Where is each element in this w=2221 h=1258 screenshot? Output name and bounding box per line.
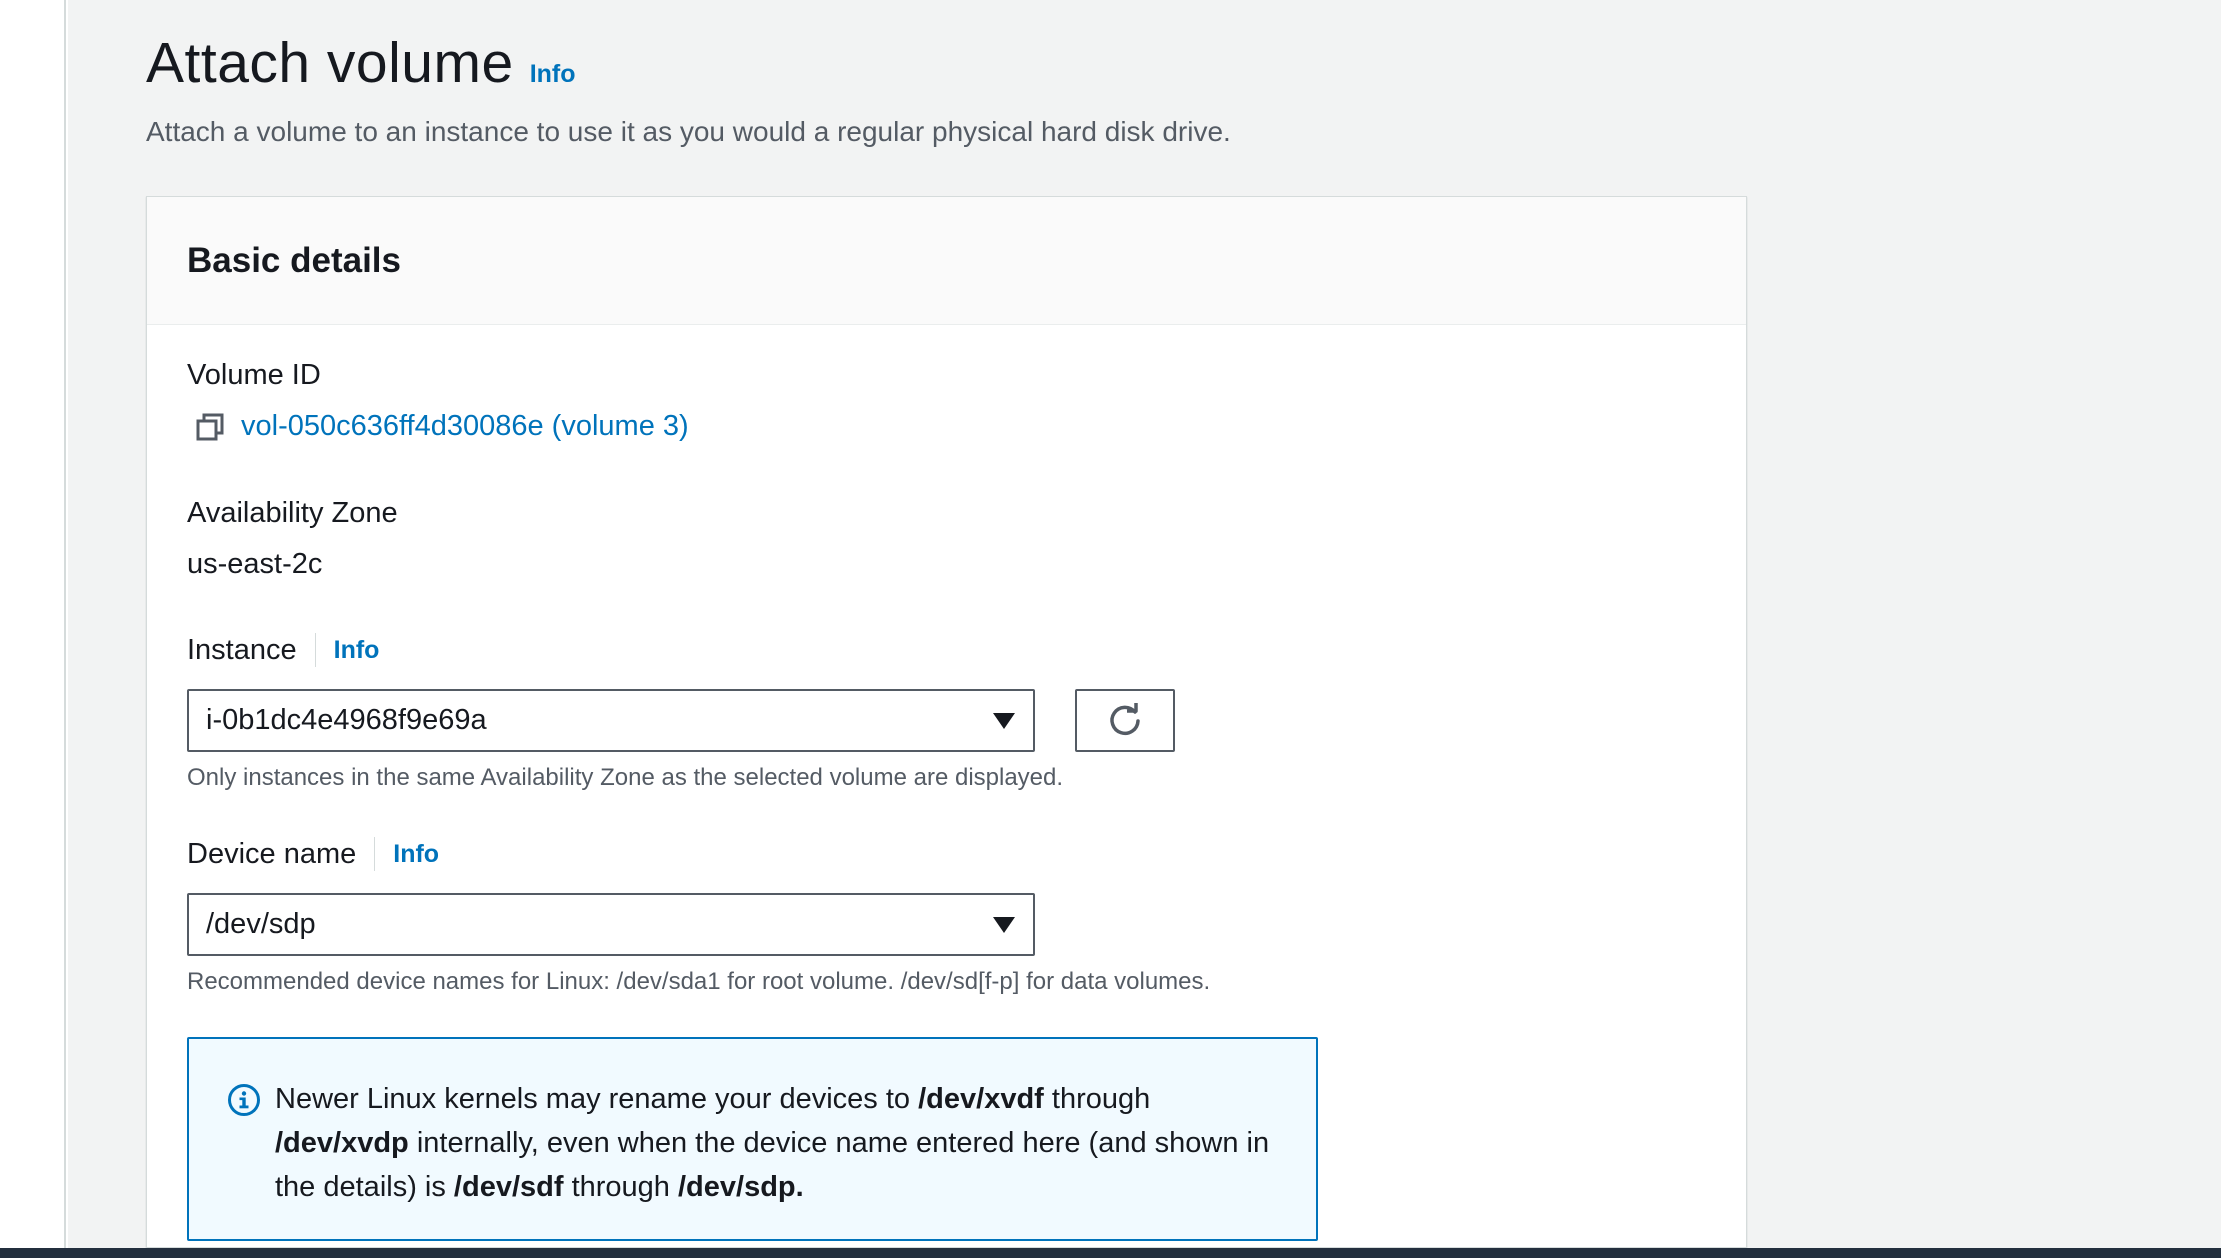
availability-zone-field: Availability Zone us-east-2c (187, 497, 398, 581)
copy-icon[interactable] (195, 412, 225, 442)
page-title: Attach volume (146, 31, 514, 95)
device-name-select-value: /dev/sdp (206, 908, 316, 940)
refresh-icon (1110, 702, 1140, 735)
instance-label: Instance (187, 633, 297, 666)
device-name-info-link[interactable]: Info (393, 840, 439, 869)
info-alert: Newer Linux kernels may rename your devi… (187, 1037, 1318, 1241)
bottom-bar (0, 1248, 2221, 1258)
alert-text-part4: through (563, 1171, 678, 1203)
instance-field: Instance Info i-0b1dc4e4968f9e69a Only i… (187, 633, 1175, 792)
device-name-label-row: Device name Info (187, 837, 1210, 871)
instance-info-link[interactable]: Info (334, 636, 380, 665)
device-name-select-row: /dev/sdp (187, 893, 1210, 956)
label-divider (374, 837, 376, 871)
availability-zone-label: Availability Zone (187, 497, 398, 529)
alert-text-part1: Newer Linux kernels may rename your devi… (275, 1083, 919, 1115)
alert-text-part2: through (1043, 1083, 1151, 1115)
page-info-link[interactable]: Info (530, 60, 576, 89)
availability-zone-value: us-east-2c (187, 548, 323, 580)
volume-id-field: Volume ID vol-050c636ff4d30086e (volume … (187, 359, 689, 443)
device-name-hint: Recommended device names for Linux: /dev… (187, 968, 1211, 995)
device-name-select[interactable]: /dev/sdp (187, 893, 1035, 956)
alert-bold-xvdp: /dev/xvdp (275, 1127, 409, 1159)
device-name-label: Device name (187, 837, 357, 870)
device-name-field: Device name Info /dev/sdp Recommended de… (187, 837, 1210, 996)
left-navigation-gutter (0, 0, 66, 1248)
page-header: Attach volume Info Attach a volume to an… (146, 30, 1231, 148)
alert-bold-sdf: /dev/sdf (453, 1171, 564, 1203)
volume-id-label: Volume ID (187, 359, 321, 391)
panel-header: Basic details (147, 197, 1746, 325)
panel-title: Basic details (187, 240, 401, 280)
basic-details-panel: Basic details Volume ID vol-050c636ff4d3… (146, 196, 1747, 1248)
volume-id-link[interactable]: vol-050c636ff4d30086e (volume 3) (241, 410, 689, 443)
instance-select-value: i-0b1dc4e4968f9e69a (206, 704, 487, 736)
label-divider (314, 633, 316, 667)
alert-message: Newer Linux kernels may rename your devi… (275, 1077, 1285, 1239)
instance-label-row: Instance Info (187, 633, 1175, 667)
instance-hint: Only instances in the same Availability … (187, 764, 1064, 791)
info-circle-icon (227, 1083, 261, 1117)
page-description: Attach a volume to an instance to use it… (146, 116, 1231, 147)
instance-select-row: i-0b1dc4e4968f9e69a (187, 689, 1175, 752)
instance-select[interactable]: i-0b1dc4e4968f9e69a (187, 689, 1035, 752)
alert-bold-sdp: /dev/sdp. (678, 1171, 804, 1203)
refresh-button[interactable] (1075, 689, 1175, 752)
volume-id-row: vol-050c636ff4d30086e (volume 3) (195, 410, 689, 443)
caret-down-icon (993, 712, 1015, 729)
caret-down-icon (993, 916, 1015, 933)
alert-bold-xvdf: /dev/xvdf (918, 1083, 1044, 1115)
page-title-row: Attach volume Info (146, 30, 1231, 96)
